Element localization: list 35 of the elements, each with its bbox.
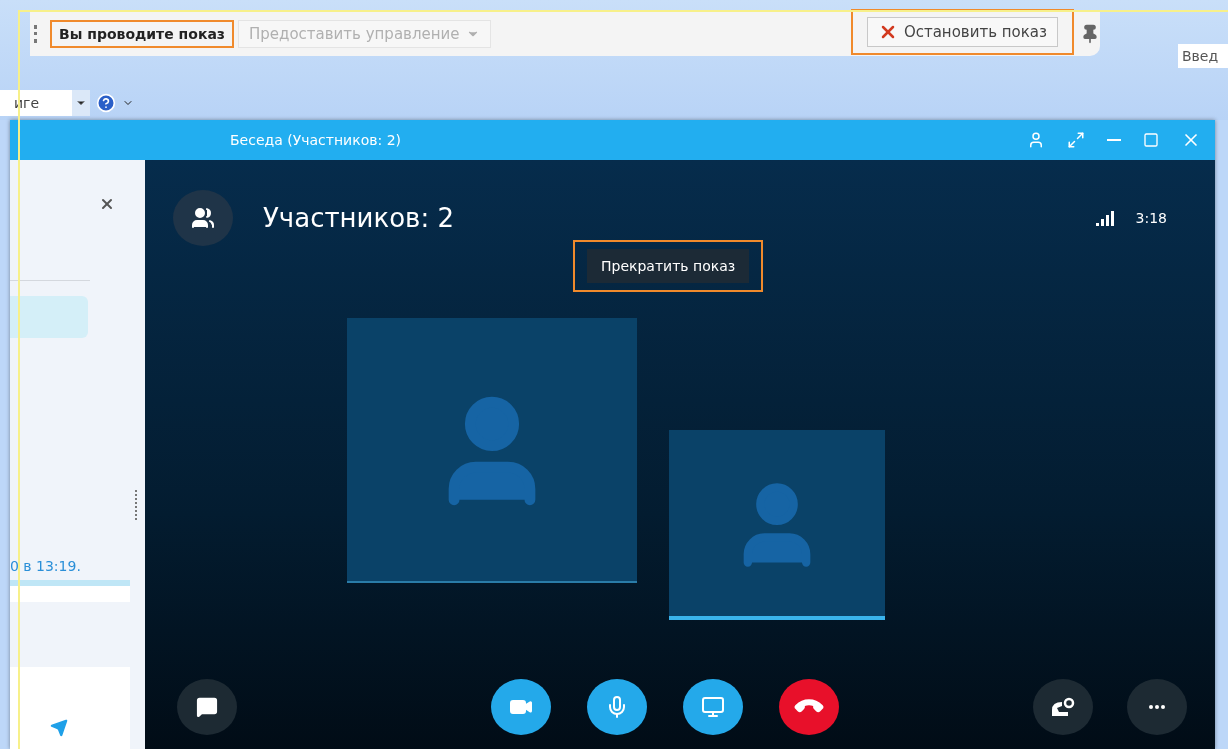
sharing-status: Вы проводите показ <box>52 22 232 46</box>
stop-presenting-button[interactable]: Прекратить показ <box>587 249 750 283</box>
monitor-icon <box>701 695 725 719</box>
call-duration: 3:18 <box>1135 210 1167 226</box>
window-title: Беседа (Участников: 2) <box>230 132 401 148</box>
stop-sharing-button[interactable]: Остановить показ <box>866 17 1058 47</box>
pin-icon <box>1080 24 1100 44</box>
maximize-button[interactable] <box>1143 132 1159 148</box>
speech-bubble-icon <box>196 696 218 718</box>
search-field[interactable]: Введ <box>1178 44 1228 68</box>
people-icon <box>191 206 215 230</box>
maximize-icon <box>1143 132 1159 148</box>
send-button[interactable] <box>50 719 68 737</box>
close-icon <box>99 196 115 212</box>
minimize-icon <box>1107 139 1121 141</box>
phone-gear-icon <box>1050 696 1076 718</box>
hang-up-button[interactable] <box>779 679 839 735</box>
microphone-button[interactable] <box>587 679 647 735</box>
contact-panel-button[interactable] <box>1027 131 1045 149</box>
grip-handle[interactable] <box>34 25 40 43</box>
signal-icon <box>1095 210 1116 226</box>
participants-label: Участников: 2 <box>263 203 454 233</box>
contact-card-icon <box>1027 131 1045 149</box>
pin-button[interactable] <box>1080 24 1100 44</box>
close-button[interactable] <box>99 196 115 212</box>
video-button[interactable] <box>491 679 551 735</box>
share-screen-button[interactable] <box>683 679 743 735</box>
send-icon <box>50 719 68 737</box>
more-icon <box>1149 705 1165 709</box>
message-input[interactable] <box>10 667 130 749</box>
resize-handle[interactable] <box>135 490 139 520</box>
expand-icon <box>1067 131 1085 149</box>
fullscreen-button[interactable] <box>1067 131 1085 149</box>
help-icon[interactable] <box>96 93 116 113</box>
message-timestamp: 0 в 13:19. <box>10 558 82 574</box>
